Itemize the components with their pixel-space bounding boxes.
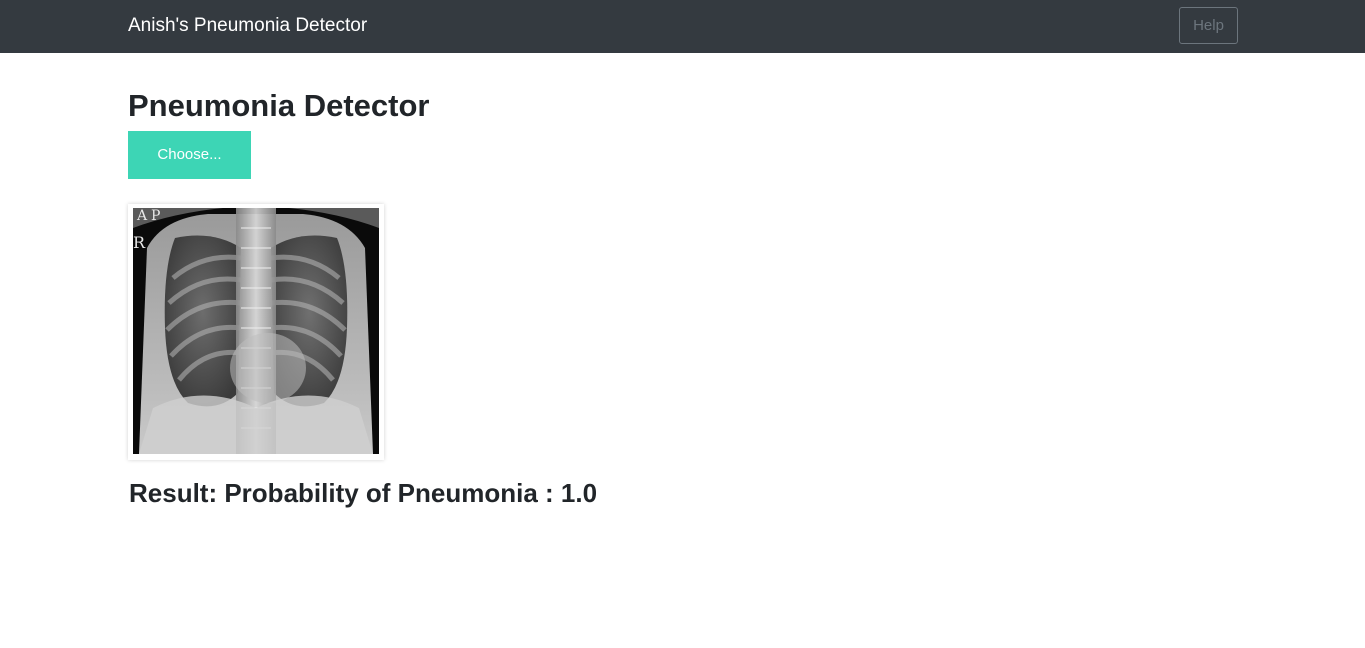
choose-file-button[interactable]: Choose... <box>128 131 251 179</box>
xray-marker-a: A <box>136 208 148 224</box>
xray-marker-r: R <box>133 233 146 252</box>
page-title: Pneumonia Detector <box>128 88 430 123</box>
navbar-brand[interactable]: Anish's Pneumonia Detector <box>128 14 367 38</box>
navbar: Anish's Pneumonia Detector Help <box>0 0 1365 53</box>
xray-marker-p: P <box>151 208 160 224</box>
help-button[interactable]: Help <box>1179 7 1238 44</box>
result-text: Result: Probability of Pneumonia : 1.0 <box>129 478 598 508</box>
chest-xray-image: A P R <box>133 208 379 454</box>
xray-preview: A P R <box>128 204 384 460</box>
